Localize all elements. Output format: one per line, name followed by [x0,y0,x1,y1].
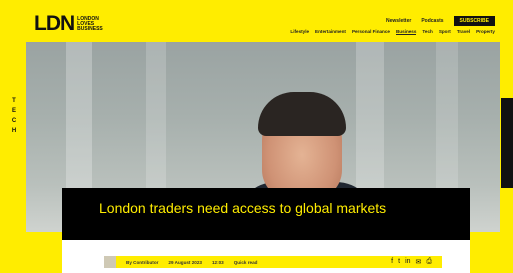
site-header: LDN LONDON LOVES BUSINESS Newsletter Pod… [0,0,513,42]
email-icon[interactable]: ✉ [416,258,422,266]
main-nav: Lifestyle Entertainment Personal Finance… [290,29,495,35]
site-logo[interactable]: LDN LONDON LOVES BUSINESS [34,12,103,35]
side-tab-letter: H [11,128,17,134]
podcasts-link[interactable]: Podcasts [421,18,443,24]
nav-item-property[interactable]: Property [476,29,495,35]
article-meta: By Contributor 29 August 2023 12:03 Quic… [62,240,470,273]
meta-strip: By Contributor 29 August 2023 12:03 Quic… [104,256,442,268]
logo-subtitle: LONDON LOVES BUSINESS [77,15,103,32]
twitter-icon[interactable]: t [398,258,400,266]
article-time: 12:03 [211,259,224,265]
side-tab-letter: T [12,98,16,104]
linkedin-icon[interactable]: in [405,258,410,266]
side-tab-left[interactable]: T E C H [8,98,20,184]
top-links: Newsletter Podcasts SUBSCRIBE [386,16,495,26]
subscribe-button[interactable]: SUBSCRIBE [453,16,495,26]
nav-item-sport[interactable]: Sport [439,29,451,35]
article-title: London traders need access to global mar… [99,200,387,216]
facebook-icon[interactable]: f [391,258,393,266]
article-title-card: London traders need access to global mar… [62,188,470,240]
person-hair [258,92,346,136]
side-tab-right[interactable] [501,98,513,188]
nav-item-personal-finance[interactable]: Personal Finance [352,29,390,35]
author-avatar [104,256,116,268]
nav-item-lifestyle[interactable]: Lifestyle [290,29,309,35]
nav-item-business[interactable]: Business [395,29,417,35]
side-tab-letter: C [11,118,17,124]
side-tab-letter: E [11,108,16,114]
nav-item-tech[interactable]: Tech [422,29,432,35]
logo-mark: LDN [34,12,75,35]
author-name[interactable]: By Contributor [126,260,158,265]
print-icon[interactable]: ⎙ [426,258,432,266]
newsletter-link[interactable]: Newsletter [386,18,411,24]
share-icons: f t in ✉ ⎙ [391,258,432,266]
read-time: Quick read [233,259,258,265]
article-date: 29 August 2023 [168,259,202,265]
nav-item-travel[interactable]: Travel [457,29,470,35]
nav-item-entertainment[interactable]: Entertainment [315,29,346,35]
